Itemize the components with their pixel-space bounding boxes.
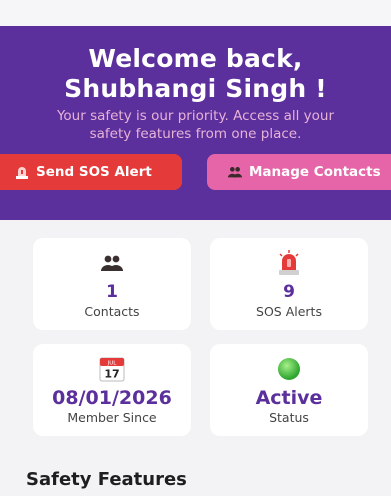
- contacts-label: Contacts: [84, 304, 140, 319]
- calendar-icon: JUL 17: [33, 356, 191, 382]
- welcome-hero: Welcome back, Shubhangi Singh ! Your saf…: [0, 26, 391, 220]
- siren-icon: [210, 250, 368, 276]
- manage-contacts-label: Manage Contacts: [249, 164, 381, 180]
- people-icon: [33, 250, 191, 276]
- top-strip: [0, 0, 391, 26]
- sos-siren-icon: [14, 165, 30, 179]
- status-value: Active: [255, 387, 323, 409]
- welcome-subtitle: Your safety is our priority. Access all …: [56, 108, 335, 142]
- status-label: Status: [269, 410, 309, 425]
- green-dot-icon: [210, 356, 368, 382]
- welcome-title: Welcome back, Shubhangi Singh !: [64, 44, 327, 103]
- safety-features-heading: Safety Features: [26, 469, 187, 490]
- people-icon: [227, 165, 243, 179]
- member-since-date: 08/01/2026: [52, 387, 172, 409]
- member-since-stat-card[interactable]: JUL 17 08/01/2026 Member Since: [33, 344, 191, 436]
- send-sos-alert-button[interactable]: Send SOS Alert: [0, 154, 182, 190]
- calendar-month: JUL: [107, 361, 118, 367]
- contacts-count: 1: [106, 282, 118, 302]
- contacts-stat-card[interactable]: 1 Contacts: [33, 238, 191, 330]
- sos-alerts-count: 9: [283, 282, 295, 302]
- member-since-label: Member Since: [67, 410, 157, 425]
- manage-contacts-button[interactable]: Manage Contacts: [207, 154, 391, 190]
- calendar-day: 17: [104, 368, 119, 381]
- sos-alerts-stat-card[interactable]: 9 SOS Alerts: [210, 238, 368, 330]
- send-sos-alert-label: Send SOS Alert: [36, 164, 152, 180]
- sos-alerts-label: SOS Alerts: [256, 304, 322, 319]
- status-stat-card[interactable]: Active Status: [210, 344, 368, 436]
